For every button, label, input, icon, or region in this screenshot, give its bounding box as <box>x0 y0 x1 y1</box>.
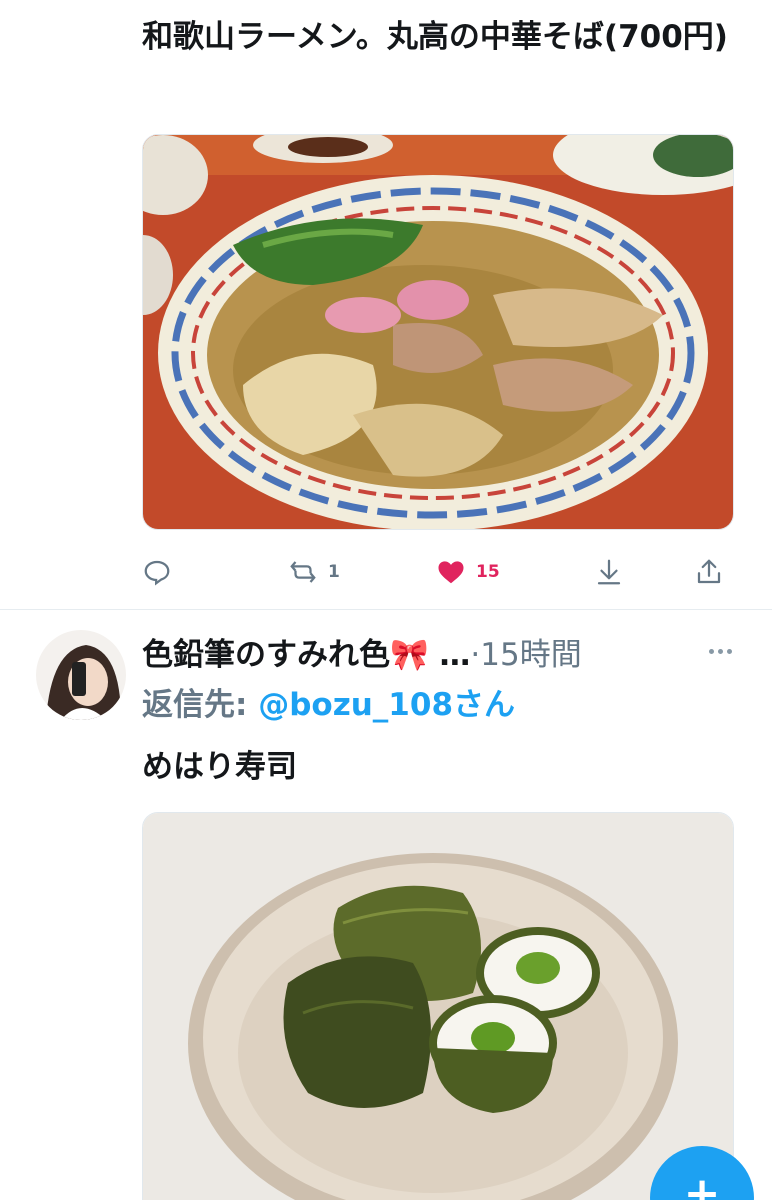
more-dot-icon <box>717 648 723 654</box>
plus-icon: + <box>683 1168 721 1200</box>
retweet-icon <box>290 561 316 583</box>
reply-to-label: 返信先: <box>142 687 248 723</box>
tweet-text: 和歌山ラーメン。丸高の中華そば(700円) <box>142 19 728 55</box>
retweet-count: 1 <box>328 562 340 582</box>
share-icon <box>697 559 721 584</box>
avatar[interactable] <box>36 630 126 720</box>
reply-to-line: 返信先: @bozu_108さん <box>142 682 515 728</box>
tweet-image-sushi[interactable] <box>142 812 734 1200</box>
tweet-image-ramen[interactable] <box>142 134 734 530</box>
ramen-photo-illustration <box>143 135 733 529</box>
avatar-image <box>36 630 126 720</box>
tweet-actions: 1 15 <box>142 548 734 596</box>
heart-icon <box>438 561 464 584</box>
author-name[interactable]: 色鉛筆のすみれ色🎀 … <box>142 629 470 674</box>
sushi-photo-illustration <box>143 813 733 1200</box>
tweet-header: 色鉛筆のすみれ色🎀 … ·15時間 <box>142 626 682 676</box>
tweet-divider <box>0 609 772 610</box>
more-dot-icon <box>708 648 714 654</box>
tweet-time[interactable]: ·15時間 <box>470 629 581 674</box>
reply-button[interactable] <box>142 548 182 596</box>
like-button[interactable]: 15 <box>436 548 500 596</box>
share-button[interactable] <box>694 548 724 596</box>
tweet-text: めはり寿司 <box>142 749 297 785</box>
reply-to-handle[interactable]: @bozu_108さん <box>258 687 515 723</box>
retweet-button[interactable]: 1 <box>288 548 340 596</box>
more-dot-icon <box>726 648 732 654</box>
download-button[interactable] <box>594 548 624 596</box>
reply-icon <box>144 560 170 586</box>
download-icon <box>597 559 621 585</box>
more-options-button[interactable] <box>700 636 740 666</box>
like-count: 15 <box>476 562 500 582</box>
